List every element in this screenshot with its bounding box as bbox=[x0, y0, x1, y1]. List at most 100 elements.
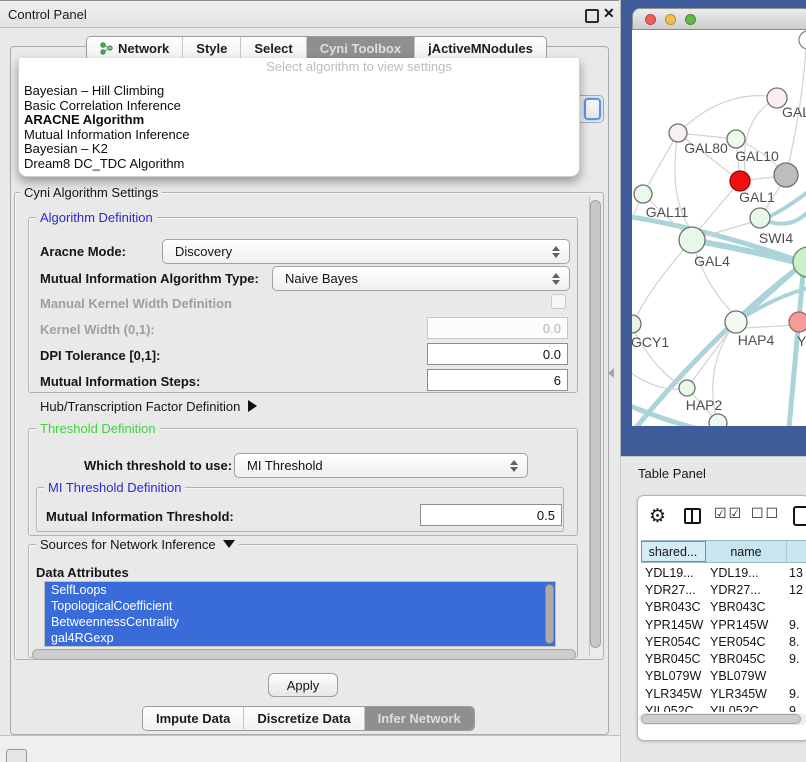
table-row[interactable]: YBR043CYBR043C bbox=[641, 599, 806, 616]
menu-item-aracne[interactable]: ARACNE Algorithm bbox=[23, 113, 575, 127]
mi-type-combobox[interactable]: Naive Bayes bbox=[272, 266, 570, 291]
close-icon[interactable]: ✕ bbox=[603, 5, 615, 22]
combo-stepper-icon[interactable] bbox=[510, 460, 518, 472]
control-panel-title: Control Panel bbox=[8, 7, 87, 22]
thick-edges bbox=[632, 192, 806, 426]
table-row[interactable]: YBL079WYBL079W bbox=[641, 668, 806, 685]
minimized-panel-icon[interactable] bbox=[6, 749, 27, 762]
menu-item[interactable]: Bayesian – K2 bbox=[23, 142, 575, 156]
splitter-arrow-icon[interactable] bbox=[608, 368, 614, 378]
network-node[interactable] bbox=[725, 311, 747, 333]
network-node[interactable] bbox=[750, 208, 770, 228]
menu-item[interactable]: Dream8 DC_TDC Algorithm bbox=[23, 157, 575, 171]
deselect-all-icon[interactable]: ☐☐ bbox=[751, 506, 780, 522]
node-label: Y bbox=[797, 333, 806, 349]
table-row[interactable]: YIL052CYIL052C9. bbox=[641, 702, 806, 712]
table-row[interactable]: YLR345WYLR345W9. bbox=[641, 685, 806, 702]
column-header-shared-name[interactable]: shared... bbox=[641, 541, 706, 562]
close-traffic-light[interactable] bbox=[645, 14, 656, 25]
combo-stepper-icon[interactable] bbox=[552, 273, 560, 285]
tab-jactivemnodules[interactable]: jActiveMNodules bbox=[415, 37, 546, 60]
data-attributes-list: SelfLoops TopologicalCoefficient Between… bbox=[44, 581, 556, 647]
settings-hscrollbar-thumb[interactable] bbox=[32, 649, 576, 660]
apply-button[interactable]: Apply bbox=[268, 673, 338, 697]
menu-item[interactable]: Basic Correlation Inference bbox=[23, 99, 575, 113]
table-row[interactable]: YDR27...YDR27...12 bbox=[641, 581, 806, 598]
tab-cyni-toolbox[interactable]: Cyni Toolbox bbox=[307, 37, 415, 60]
float-panel-icon[interactable] bbox=[585, 9, 599, 23]
mi-steps-label: Mutual Information Steps: bbox=[40, 374, 200, 389]
table-panel-title: Table Panel bbox=[638, 466, 706, 481]
list-item-selected[interactable]: TopologicalCoefficient bbox=[45, 598, 555, 614]
menu-item[interactable]: Mutual Information Inference bbox=[23, 128, 575, 142]
column-header-name[interactable]: name bbox=[706, 541, 787, 562]
table-body: YDL19...YDL19...13 YDR27...YDR27...12 YB… bbox=[641, 564, 806, 712]
minimize-traffic-light[interactable] bbox=[665, 14, 676, 25]
column-header-partial[interactable] bbox=[787, 541, 806, 562]
mi-steps-field[interactable]: 6 bbox=[427, 369, 568, 391]
sources-group-toggle[interactable]: Sources for Network Inference bbox=[36, 537, 239, 552]
algorithm-menu: Bayesian – Hill Climbing Basic Correlati… bbox=[23, 84, 575, 172]
table-row[interactable]: YBR045CYBR045C9. bbox=[641, 650, 806, 667]
node-label: GAL10 bbox=[735, 148, 779, 164]
table-header-row: shared... name bbox=[641, 540, 806, 563]
list-scrollbar-thumb[interactable] bbox=[545, 584, 554, 644]
network-node[interactable] bbox=[789, 312, 806, 332]
network-node[interactable] bbox=[709, 414, 727, 426]
network-node[interactable] bbox=[632, 315, 641, 333]
aracne-mode-combobox[interactable]: Discovery bbox=[162, 239, 570, 264]
node-label: GAL1 bbox=[739, 189, 775, 205]
which-threshold-label: Which threshold to use: bbox=[84, 458, 232, 473]
zoom-traffic-light[interactable] bbox=[685, 14, 696, 25]
table-row[interactable]: YDL19...YDL19...13 bbox=[641, 564, 806, 581]
network-window-titlebar[interactable] bbox=[632, 8, 806, 30]
tab-infer-network[interactable]: Infer Network bbox=[365, 707, 474, 730]
network-node[interactable] bbox=[799, 31, 806, 49]
manual-kernel-checkbox[interactable] bbox=[551, 294, 566, 309]
network-node[interactable] bbox=[727, 130, 745, 148]
gear-icon[interactable]: ⚙ bbox=[649, 505, 666, 527]
control-panel-header: Control Panel bbox=[0, 0, 619, 28]
select-all-icon[interactable]: ☑☑ bbox=[714, 506, 743, 522]
settings-scrollbar-thumb[interactable] bbox=[590, 200, 601, 648]
list-item-selected[interactable]: gal4RGexp bbox=[45, 630, 555, 646]
hub-section-toggle[interactable]: Hub/Transcription Factor Definition bbox=[40, 399, 257, 414]
dpi-tolerance-field[interactable]: 0.0 bbox=[427, 343, 568, 365]
network-node-selected[interactable] bbox=[730, 171, 750, 191]
tab-style[interactable]: Style bbox=[183, 37, 241, 60]
network-node[interactable] bbox=[774, 163, 798, 187]
list-item-selected[interactable]: SelfLoops bbox=[45, 582, 555, 598]
mi-threshold-field[interactable]: 0.5 bbox=[420, 504, 562, 526]
table-hscrollbar-thumb[interactable] bbox=[641, 714, 801, 724]
network-node[interactable] bbox=[634, 185, 652, 203]
app-root: Control Panel ✕ Network Style Select Cyn… bbox=[0, 0, 806, 762]
network-view[interactable]: GAL GAL80 GAL10 GAL1 GAL11 SWI4 GAL4 GCY… bbox=[632, 30, 806, 426]
tab-network[interactable]: Network bbox=[87, 37, 183, 60]
table-row[interactable]: YER054CYER054C8. bbox=[641, 633, 806, 650]
menu-item[interactable]: Bayesian – Hill Climbing bbox=[23, 84, 575, 98]
aracne-mode-label: Aracne Mode: bbox=[40, 244, 126, 259]
split-columns-icon[interactable] bbox=[684, 508, 701, 524]
which-threshold-combobox[interactable]: MI Threshold bbox=[234, 453, 528, 478]
node-label: GAL4 bbox=[694, 253, 730, 269]
network-node[interactable] bbox=[679, 227, 705, 253]
tab-select[interactable]: Select bbox=[241, 37, 306, 60]
kernel-width-field[interactable]: 0.0 bbox=[427, 317, 568, 339]
node-label: GAL80 bbox=[684, 140, 728, 156]
tab-impute-data[interactable]: Impute Data bbox=[143, 707, 244, 730]
node-label: HAP4 bbox=[738, 332, 775, 348]
node-label: SWI4 bbox=[759, 230, 793, 246]
cyni-settings-group-title: Cyni Algorithm Settings bbox=[20, 185, 162, 200]
new-table-icon[interactable] bbox=[793, 506, 806, 526]
algorithm-placeholder: Select algorithm to view settings bbox=[129, 59, 589, 74]
data-attributes-label: Data Attributes bbox=[36, 565, 129, 580]
combobox-stepper[interactable] bbox=[584, 98, 601, 120]
bottom-strip bbox=[0, 735, 620, 762]
list-item-selected[interactable]: BetweennessCentrality bbox=[45, 614, 555, 630]
collapse-down-icon bbox=[223, 540, 235, 548]
combo-stepper-icon[interactable] bbox=[552, 246, 560, 258]
table-row[interactable]: YPR145WYPR145W9. bbox=[641, 616, 806, 633]
network-node[interactable] bbox=[679, 380, 695, 396]
tab-discretize-data[interactable]: Discretize Data bbox=[244, 707, 364, 730]
cyni-bottom-tabbar: Impute Data Discretize Data Infer Networ… bbox=[142, 706, 475, 731]
